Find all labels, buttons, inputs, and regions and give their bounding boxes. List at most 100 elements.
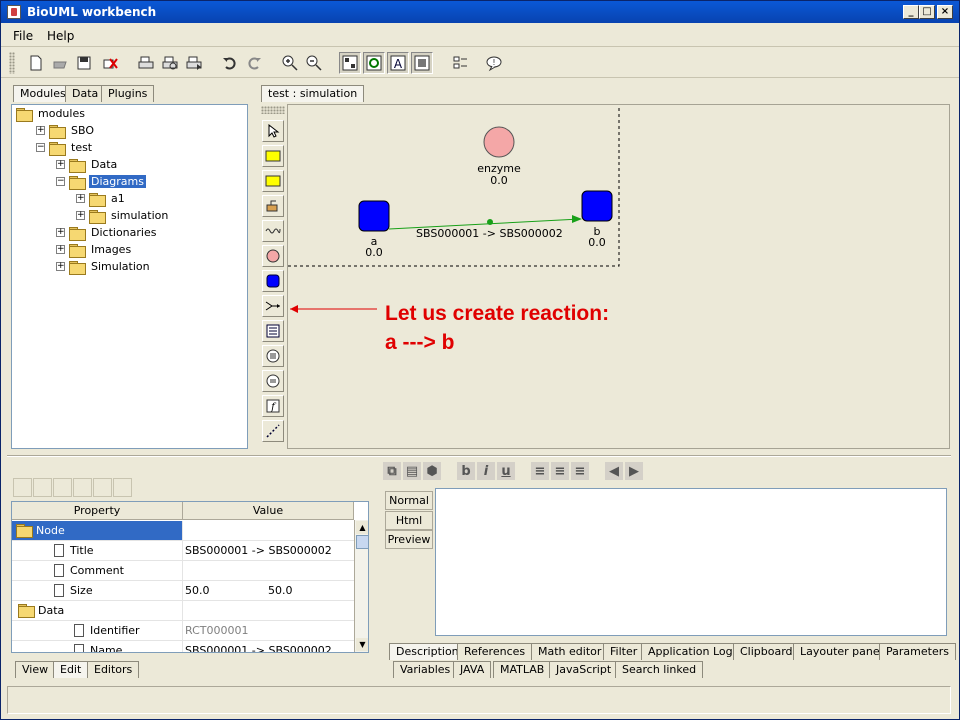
toolbar-grip[interactable] — [9, 52, 15, 74]
tab-preview[interactable]: Preview — [385, 530, 433, 549]
bold-icon[interactable]: b — [457, 462, 475, 480]
tree-item-test[interactable]: − test — [36, 139, 94, 156]
palette-grip[interactable] — [261, 106, 285, 114]
maximize-button[interactable]: □ — [919, 5, 935, 19]
property-row[interactable]: Title SBS000001 -> SBS000002 — [12, 541, 354, 561]
property-value[interactable]: SBS000001 -> SBS000002 — [185, 644, 332, 652]
delete-icon[interactable] — [99, 52, 121, 74]
save-icon[interactable] — [73, 52, 95, 74]
prop-tool-button-4[interactable] — [73, 478, 92, 497]
collapse-icon[interactable]: − — [36, 143, 45, 152]
properties-icon[interactable] — [449, 52, 471, 74]
tab-filter[interactable]: Filter — [603, 643, 645, 660]
expand-icon[interactable]: + — [56, 262, 65, 271]
equation-tool-icon[interactable] — [262, 345, 284, 367]
close-button[interactable]: × — [937, 5, 953, 19]
tab-references[interactable]: References — [457, 643, 533, 660]
reaction-tool-icon[interactable] — [262, 295, 284, 317]
tab-java[interactable]: JAVA — [453, 661, 492, 678]
property-name-cell[interactable]: Identifier — [12, 621, 183, 640]
property-name-cell[interactable]: Comment — [12, 561, 183, 580]
refresh-layout-icon[interactable] — [363, 52, 385, 74]
tab-search-linked[interactable]: Search linked — [615, 661, 704, 678]
scroll-thumb[interactable] — [356, 535, 368, 549]
property-value[interactable]: 50.0 — [185, 584, 210, 597]
undo-icon[interactable] — [219, 52, 241, 74]
menu-file[interactable]: File — [13, 29, 33, 43]
property-name-cell[interactable]: Name — [12, 641, 183, 652]
prop-tool-button-2[interactable] — [33, 478, 52, 497]
enzyme-node[interactable] — [483, 126, 515, 158]
print-icon[interactable] — [135, 52, 157, 74]
prop-tool-button-1[interactable] — [13, 478, 32, 497]
stamp-icon[interactable]: ⬢ — [423, 462, 441, 480]
properties-scrollbar[interactable]: ▲ ▼ — [354, 520, 368, 652]
layout-icon[interactable] — [339, 52, 361, 74]
scroll-down-icon[interactable]: ▼ — [356, 638, 368, 651]
property-row[interactable]: Node — [12, 521, 354, 541]
help-balloon-icon[interactable]: ! — [483, 52, 505, 74]
expand-icon[interactable]: + — [56, 228, 65, 237]
copy-icon[interactable]: ⧉ — [383, 462, 401, 480]
species-b-node[interactable] — [581, 190, 613, 222]
tab-clipboard[interactable]: Clipboard — [733, 643, 800, 660]
value-column-header[interactable]: Value — [183, 502, 354, 520]
zoom-out-icon[interactable] — [303, 52, 325, 74]
property-value-2[interactable]: 50.0 — [268, 584, 293, 597]
tree-item-sbo[interactable]: + SBO — [36, 122, 96, 139]
property-value[interactable]: RCT000001 — [185, 624, 249, 637]
tree-item-data[interactable]: + Data — [56, 156, 119, 173]
property-row[interactable]: Identifier RCT000001 — [12, 621, 354, 641]
tab-matlab[interactable]: MATLAB — [493, 661, 552, 678]
tree-item-dictionaries[interactable]: + Dictionaries — [56, 224, 158, 241]
event-tool-icon[interactable] — [262, 370, 284, 392]
substance-tool-icon[interactable] — [262, 270, 284, 292]
compartment-tool-icon[interactable] — [262, 145, 284, 167]
open-icon[interactable] — [49, 52, 71, 74]
tab-editors[interactable]: Editors — [87, 661, 140, 678]
tab-diagram[interactable]: test : simulation — [261, 85, 365, 102]
redo-icon[interactable] — [243, 52, 265, 74]
paste-icon[interactable]: ▤ — [403, 462, 421, 480]
select-tool-icon[interactable] — [262, 120, 284, 142]
tab-normal[interactable]: Normal — [385, 491, 433, 510]
rna-tool-icon[interactable] — [262, 220, 284, 242]
tab-variables[interactable]: Variables — [393, 661, 458, 678]
underline-icon[interactable]: u — [497, 462, 515, 480]
tab-html[interactable]: Html — [385, 511, 433, 530]
property-value[interactable]: SBS000001 -> SBS000002 — [185, 544, 332, 557]
expand-icon[interactable]: + — [56, 160, 65, 169]
new-document-icon[interactable] — [25, 52, 47, 74]
zoom-in-icon[interactable] — [279, 52, 301, 74]
tab-description[interactable]: Description — [389, 643, 466, 660]
grid-icon[interactable] — [411, 52, 433, 74]
prop-tool-button-3[interactable] — [53, 478, 72, 497]
tab-math-editor[interactable]: Math editor — [531, 643, 609, 660]
scroll-up-icon[interactable]: ▲ — [356, 521, 368, 534]
property-row[interactable]: Name SBS000001 -> SBS000002 — [12, 641, 354, 652]
align-left-icon[interactable]: ≡ — [531, 462, 549, 480]
reaction-node[interactable] — [487, 219, 493, 225]
align-center-icon[interactable]: ≡ — [551, 462, 569, 480]
tree-item-simulation[interactable]: + Simulation — [56, 258, 152, 275]
property-row[interactable]: Size 50.0 50.0 — [12, 581, 354, 601]
expand-icon[interactable]: + — [56, 245, 65, 254]
property-name-cell[interactable]: Size — [12, 581, 183, 600]
tree-item-a1[interactable]: + a1 — [76, 190, 127, 207]
tree-item-diagrams[interactable]: − Diagrams — [56, 173, 146, 190]
tab-parameters[interactable]: Parameters — [879, 643, 956, 660]
tab-layouter-pane[interactable]: Layouter pane — [793, 643, 887, 660]
expand-icon[interactable]: + — [76, 194, 85, 203]
description-editor[interactable] — [435, 488, 947, 636]
property-name-cell[interactable]: Title — [12, 541, 183, 560]
diagram-canvas[interactable]: enzyme 0.0 a 0.0 b 0.0 SBS000001 -> SBS0… — [287, 104, 950, 449]
tab-plugins[interactable]: Plugins — [101, 85, 155, 102]
back-icon[interactable]: ◀ — [605, 462, 623, 480]
tree-item-simulation[interactable]: + simulation — [76, 207, 170, 224]
expand-icon[interactable]: + — [76, 211, 85, 220]
species-a-node[interactable] — [358, 200, 390, 232]
collapse-icon[interactable]: − — [56, 177, 65, 186]
tab-edit[interactable]: Edit — [53, 661, 89, 678]
property-row[interactable]: Comment — [12, 561, 354, 581]
note-tool-icon[interactable] — [262, 320, 284, 342]
